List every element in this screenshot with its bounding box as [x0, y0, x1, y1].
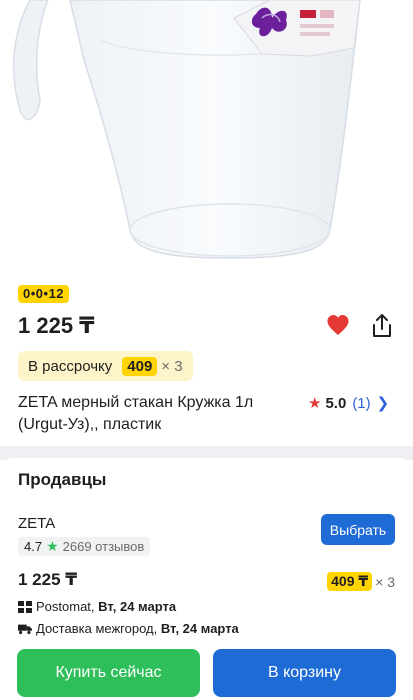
installment-plan-badge: 0•0•12: [18, 285, 70, 303]
jug-illustration: [12, 0, 361, 259]
seller-rating: 4.7 ★ 2669 отзывов: [18, 537, 151, 556]
pickup-label: Postomat,: [36, 599, 95, 614]
pickup-option: Postomat, Вт, 24 марта: [18, 599, 176, 614]
sellers-heading: Продавцы: [18, 470, 107, 489]
delivery-label: Доставка межгород,: [36, 621, 158, 636]
seller-price: 1 225 ₸: [18, 570, 78, 589]
rating-value: 5.0: [325, 394, 347, 412]
installment-monthly: 409: [122, 356, 158, 376]
heart-icon[interactable]: [326, 314, 350, 336]
product-title: ZETA мерный стакан Кружка 1л (Urgut-Уз),…: [18, 394, 254, 433]
pickup-date: Вт, 24 марта: [98, 599, 177, 614]
seller-rating-value: 4.7: [24, 539, 43, 554]
star-icon: ★: [46, 538, 59, 554]
truck-icon: [18, 624, 32, 634]
choose-seller-button[interactable]: Выбрать: [321, 514, 395, 545]
seller-installment: 409 ₸ × 3: [327, 572, 395, 591]
rating-count: (1): [352, 394, 371, 412]
chevron-right-icon: ❯: [376, 395, 390, 412]
postomat-icon: [18, 600, 32, 613]
buy-now-button[interactable]: Купить сейчас: [17, 649, 200, 697]
installment-label: В рассрочку: [28, 357, 113, 375]
star-icon: ★: [308, 395, 322, 412]
installment-pill[interactable]: В рассрочку 409 × 3: [18, 351, 193, 381]
seller-reviews: 2669 отзывов: [62, 539, 145, 554]
seller-installment-monthly: 409 ₸: [327, 572, 373, 591]
product-image[interactable]: [0, 0, 413, 272]
product-rating-link[interactable]: ★ 5.0 (1) ❯: [308, 392, 389, 414]
product-price: 1 225 ₸: [18, 313, 95, 338]
share-icon[interactable]: [370, 313, 394, 339]
seller-name[interactable]: ZETA: [18, 515, 55, 532]
add-to-cart-button[interactable]: В корзину: [213, 649, 396, 697]
delivery-date: Вт, 24 марта: [160, 621, 239, 636]
seller-installment-multiplier: × 3: [375, 573, 395, 590]
delivery-option: Доставка межгород, Вт, 24 марта: [18, 621, 239, 636]
installment-multiplier: × 3: [161, 357, 183, 375]
